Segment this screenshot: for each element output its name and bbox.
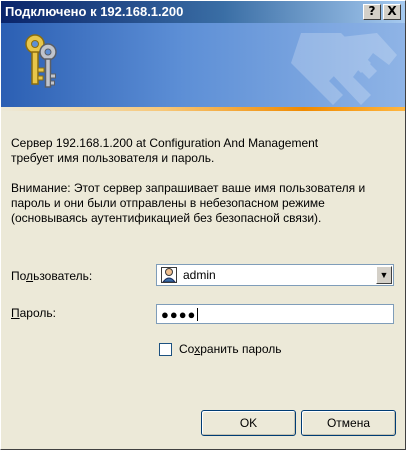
keys-icon bbox=[25, 34, 57, 88]
dropdown-arrow-icon[interactable]: ▼ bbox=[376, 266, 392, 284]
username-combo[interactable]: admin ▼ bbox=[156, 264, 394, 286]
dialog-title: Подключено к 192.168.1.200 bbox=[5, 4, 184, 19]
password-label: Пароль: bbox=[11, 306, 56, 320]
text-caret bbox=[197, 308, 199, 321]
remember-password-label[interactable]: Сохранить пароль bbox=[179, 342, 282, 356]
watermark-keys-icon bbox=[291, 33, 397, 105]
banner bbox=[1, 23, 405, 109]
server-message-line1: Сервер 192.168.1.200 at Configuration An… bbox=[11, 136, 319, 150]
password-value: ●●●● bbox=[161, 307, 197, 322]
title-bar[interactable]: Подключено к 192.168.1.200 ? X bbox=[1, 1, 405, 23]
user-icon bbox=[161, 267, 177, 283]
help-button[interactable]: ? bbox=[363, 4, 381, 20]
ok-button[interactable]: OK bbox=[201, 410, 296, 436]
login-dialog: Подключено к 192.168.1.200 ? X Сервер 19… bbox=[0, 0, 406, 450]
banner-divider bbox=[1, 107, 405, 111]
password-field[interactable]: ●●●● bbox=[156, 304, 394, 324]
security-warning: Внимание: Этот сервер запрашивает ваше и… bbox=[11, 181, 366, 225]
cancel-button[interactable]: Отмена bbox=[301, 410, 396, 436]
server-message-line2: требует имя пользователя и пароль. bbox=[11, 151, 215, 165]
username-label: Пользователь: bbox=[11, 269, 93, 283]
remember-password-checkbox[interactable] bbox=[159, 343, 172, 356]
username-value: admin bbox=[183, 268, 216, 282]
close-button[interactable]: X bbox=[383, 4, 401, 20]
